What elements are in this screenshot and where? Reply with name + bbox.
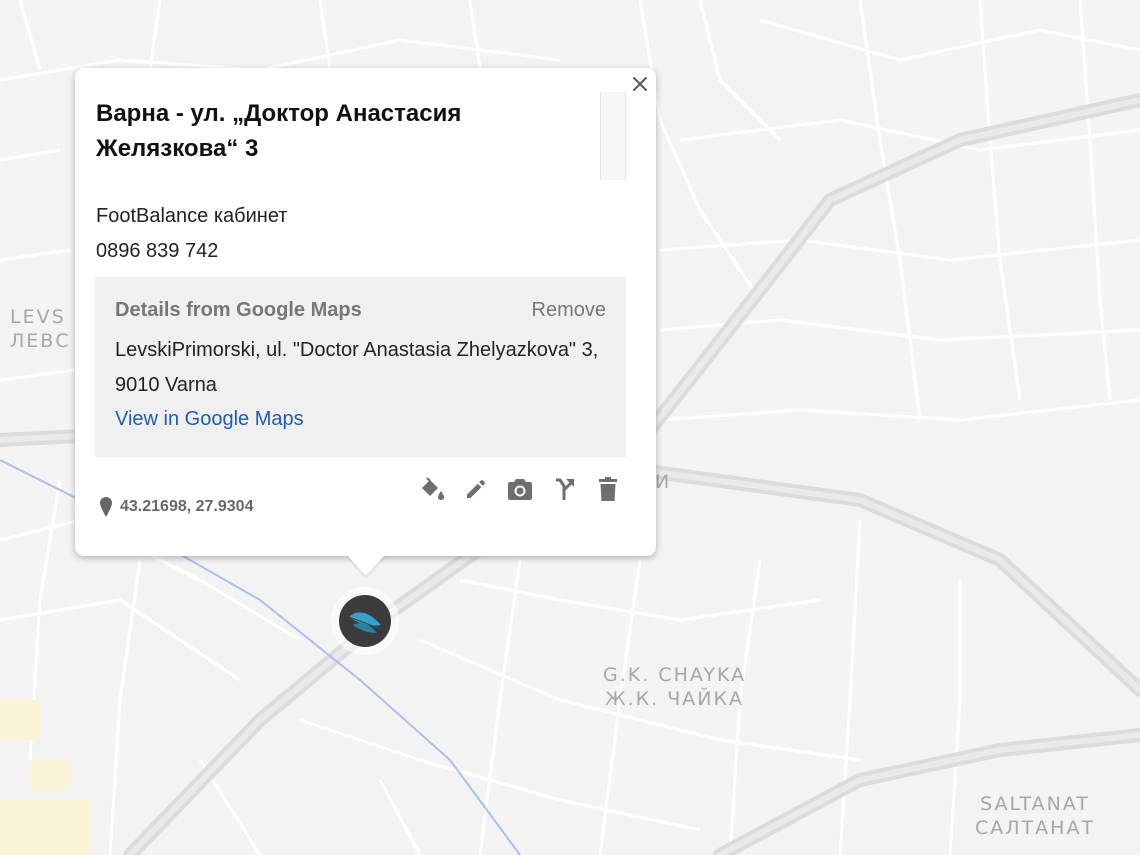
pin-icon: [100, 497, 112, 517]
google-maps-details: Details from Google Maps Remove LevskiPr…: [95, 277, 626, 457]
district-label-cyrillic: САЛТАНАТ: [975, 817, 1096, 839]
info-window-pointer: [347, 555, 385, 576]
description-line: FootBalance кабинет: [96, 205, 288, 227]
trash-icon: [599, 477, 617, 501]
style-button[interactable]: [410, 474, 454, 504]
close-icon: [633, 77, 647, 91]
edit-button[interactable]: [454, 474, 498, 504]
place-description: FootBalance кабинет 0896 839 742: [96, 199, 287, 269]
district-label-latin: SALTANAT: [980, 793, 1090, 815]
district-label-latin: LEVS: [10, 306, 66, 328]
coordinates: 43.21698, 27.9304: [100, 495, 253, 519]
district-label-levski: LEVS ЛЕВС: [10, 305, 71, 353]
camera-icon: [508, 479, 532, 500]
place-address: LevskiPrimorski, ul. "Doctor Anastasia Z…: [115, 339, 599, 396]
district-label-chayka: G.K. CHAYKA Ж.К. ЧАЙКА: [603, 663, 746, 711]
delete-button[interactable]: [586, 474, 630, 504]
info-toolbar: [410, 474, 630, 504]
district-label-cyrillic: ЛЕВС: [10, 330, 71, 352]
info-window: Варна - ул. „Доктор Анастасия Желязкова“…: [75, 68, 656, 556]
pencil-icon: [467, 480, 485, 498]
map-canvas[interactable]: LEVS ЛЕВС G.K. CHAYKA Ж.К. ЧАЙКА SALTANA…: [0, 0, 1140, 855]
district-label-saltanat: SALTANAT САЛТАНАТ: [975, 792, 1095, 840]
feather-icon: [348, 612, 382, 633]
place-title: Варна - ул. „Доктор Анастасия Желязкова“…: [96, 100, 462, 162]
description-line: 0896 839 742: [96, 240, 219, 262]
directions-icon: [556, 478, 574, 500]
view-in-google-maps-link[interactable]: View in Google Maps: [115, 402, 304, 437]
details-heading: Details from Google Maps: [115, 299, 362, 321]
directions-button[interactable]: [542, 474, 586, 504]
close-button[interactable]: [628, 72, 652, 96]
remove-button[interactable]: Remove: [532, 299, 606, 322]
paint-bucket-icon: [422, 477, 444, 500]
map-marker[interactable]: [339, 595, 391, 647]
district-label-latin: G.K. CHAYKA: [603, 664, 747, 686]
road-label: И: [655, 471, 670, 493]
title-scrollbar[interactable]: [600, 92, 626, 180]
add-photo-button[interactable]: [498, 474, 542, 504]
coordinates-text: 43.21698, 27.9304: [120, 498, 254, 515]
district-label-cyrillic: Ж.К. ЧАЙКА: [605, 688, 744, 710]
